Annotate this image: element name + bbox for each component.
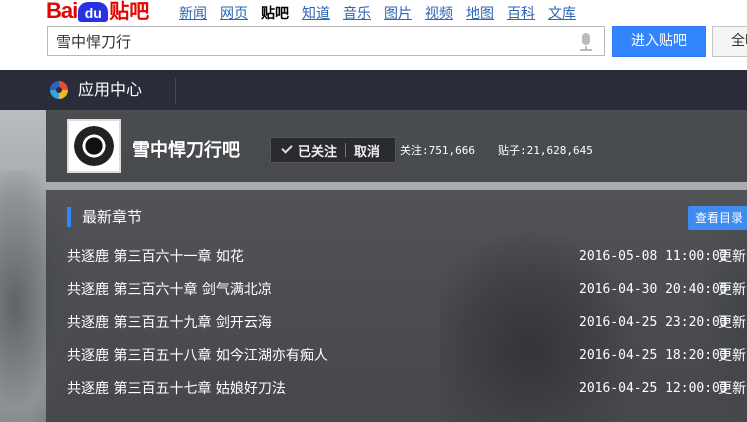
chapter-time: 2016-04-25 23:20:03 bbox=[579, 315, 728, 330]
chapter-title[interactable]: 共逐鹿 第三百五十九章 剑开云海 bbox=[67, 313, 272, 333]
nav-map[interactable]: 地图 bbox=[466, 5, 494, 23]
checkmark-icon bbox=[281, 142, 293, 154]
chapter-row[interactable]: 共逐鹿 第三百六十一章 如花 2016-05-08 11:00:02 更新 bbox=[67, 247, 747, 280]
chapter-status: 更新 bbox=[718, 348, 746, 364]
chapter-time: 2016-04-25 12:00:03 bbox=[579, 381, 728, 396]
nav-tieba[interactable]: 贴吧 bbox=[261, 5, 289, 23]
heading-accent-bar bbox=[67, 207, 71, 227]
latest-chapters-heading: 最新章节 bbox=[82, 208, 143, 226]
nav-images[interactable]: 图片 bbox=[384, 5, 412, 23]
top-bar: Bai du 贴吧 新闻 网页 贴吧 知道 音乐 图片 视频 地图 百科 文库 … bbox=[0, 0, 747, 70]
forum-avatar[interactable] bbox=[67, 119, 121, 173]
unfollow-button[interactable]: 取消 bbox=[354, 141, 380, 160]
followed-label: 已关注 bbox=[298, 144, 338, 160]
nav-wenku[interactable]: 文库 bbox=[548, 5, 576, 23]
product-nav: 新闻 网页 贴吧 知道 音乐 图片 视频 地图 百科 文库 bbox=[179, 5, 589, 23]
follow-divider bbox=[345, 143, 347, 157]
chapter-status: 更新 bbox=[718, 381, 746, 397]
chapter-status: 更新 bbox=[718, 315, 746, 331]
logo-du-paw: du bbox=[78, 2, 109, 22]
baidu-tieba-logo[interactable]: Bai du 贴吧 bbox=[46, 0, 149, 22]
latest-chapters-panel: 最新章节 查看目录 共逐鹿 第三百六十一章 如花 2016-05-08 11:0… bbox=[46, 190, 747, 422]
follow-status: 已关注 取消 bbox=[270, 137, 396, 163]
logo-tieba: 贴吧 bbox=[109, 0, 150, 23]
followers-count: 关注:751,666 bbox=[400, 144, 475, 157]
chapter-list: 共逐鹿 第三百六十一章 如花 2016-05-08 11:00:02 更新 共逐… bbox=[67, 247, 747, 412]
logo-bai: Bai bbox=[46, 0, 78, 23]
nav-music[interactable]: 音乐 bbox=[343, 5, 371, 23]
nav-baike[interactable]: 百科 bbox=[507, 5, 535, 23]
nav-zhidao[interactable]: 知道 bbox=[302, 5, 330, 23]
app-center-icon bbox=[50, 81, 68, 99]
chapter-row[interactable]: 共逐鹿 第三百五十九章 剑开云海 2016-04-25 23:20:03 更新 bbox=[67, 313, 747, 346]
chapter-status: 更新 bbox=[718, 249, 746, 265]
app-bar-divider bbox=[175, 78, 176, 104]
forum-header: 雪中悍刀行吧 已关注 取消 关注:751,666 贴子:21,628,645 bbox=[46, 110, 747, 182]
nav-video[interactable]: 视频 bbox=[425, 5, 453, 23]
search-input[interactable] bbox=[56, 30, 556, 52]
all-tieba-button[interactable]: 全吧 bbox=[712, 26, 747, 57]
view-catalog-button[interactable]: 查看目录 bbox=[688, 206, 747, 230]
forum-name[interactable]: 雪中悍刀行吧 bbox=[132, 140, 240, 162]
chapter-title[interactable]: 共逐鹿 第三百六十一章 如花 bbox=[67, 247, 244, 267]
nav-news[interactable]: 新闻 bbox=[179, 5, 207, 23]
microphone-icon[interactable] bbox=[580, 33, 592, 51]
chapter-time: 2016-04-25 18:20:03 bbox=[579, 348, 728, 363]
chapter-time: 2016-04-30 20:40:05 bbox=[579, 282, 728, 297]
app-center-bar: 应用中心 bbox=[0, 70, 747, 110]
chapter-row[interactable]: 共逐鹿 第三百五十七章 姑娘好刀法 2016-04-25 12:00:03 更新 bbox=[67, 379, 747, 412]
chapter-row[interactable]: 共逐鹿 第三百五十八章 如今江湖亦有痴人 2016-04-25 18:20:03… bbox=[67, 346, 747, 379]
app-center-label[interactable]: 应用中心 bbox=[78, 80, 142, 100]
forum-avatar-image bbox=[74, 126, 114, 166]
chapter-title[interactable]: 共逐鹿 第三百五十八章 如今江湖亦有痴人 bbox=[67, 346, 328, 366]
enter-tieba-button[interactable]: 进入贴吧 bbox=[612, 26, 706, 57]
chapter-title[interactable]: 共逐鹿 第三百五十七章 姑娘好刀法 bbox=[67, 379, 286, 399]
chapter-time: 2016-05-08 11:00:02 bbox=[579, 249, 728, 264]
search-box bbox=[47, 26, 605, 56]
chapter-row[interactable]: 共逐鹿 第三百六十章 剑气满北凉 2016-04-30 20:40:05 更新 bbox=[67, 280, 747, 313]
chapter-status: 更新 bbox=[718, 282, 746, 298]
chapter-title[interactable]: 共逐鹿 第三百六十章 剑气满北凉 bbox=[67, 280, 272, 300]
nav-web[interactable]: 网页 bbox=[220, 5, 248, 23]
posts-count: 贴子:21,628,645 bbox=[498, 144, 593, 157]
